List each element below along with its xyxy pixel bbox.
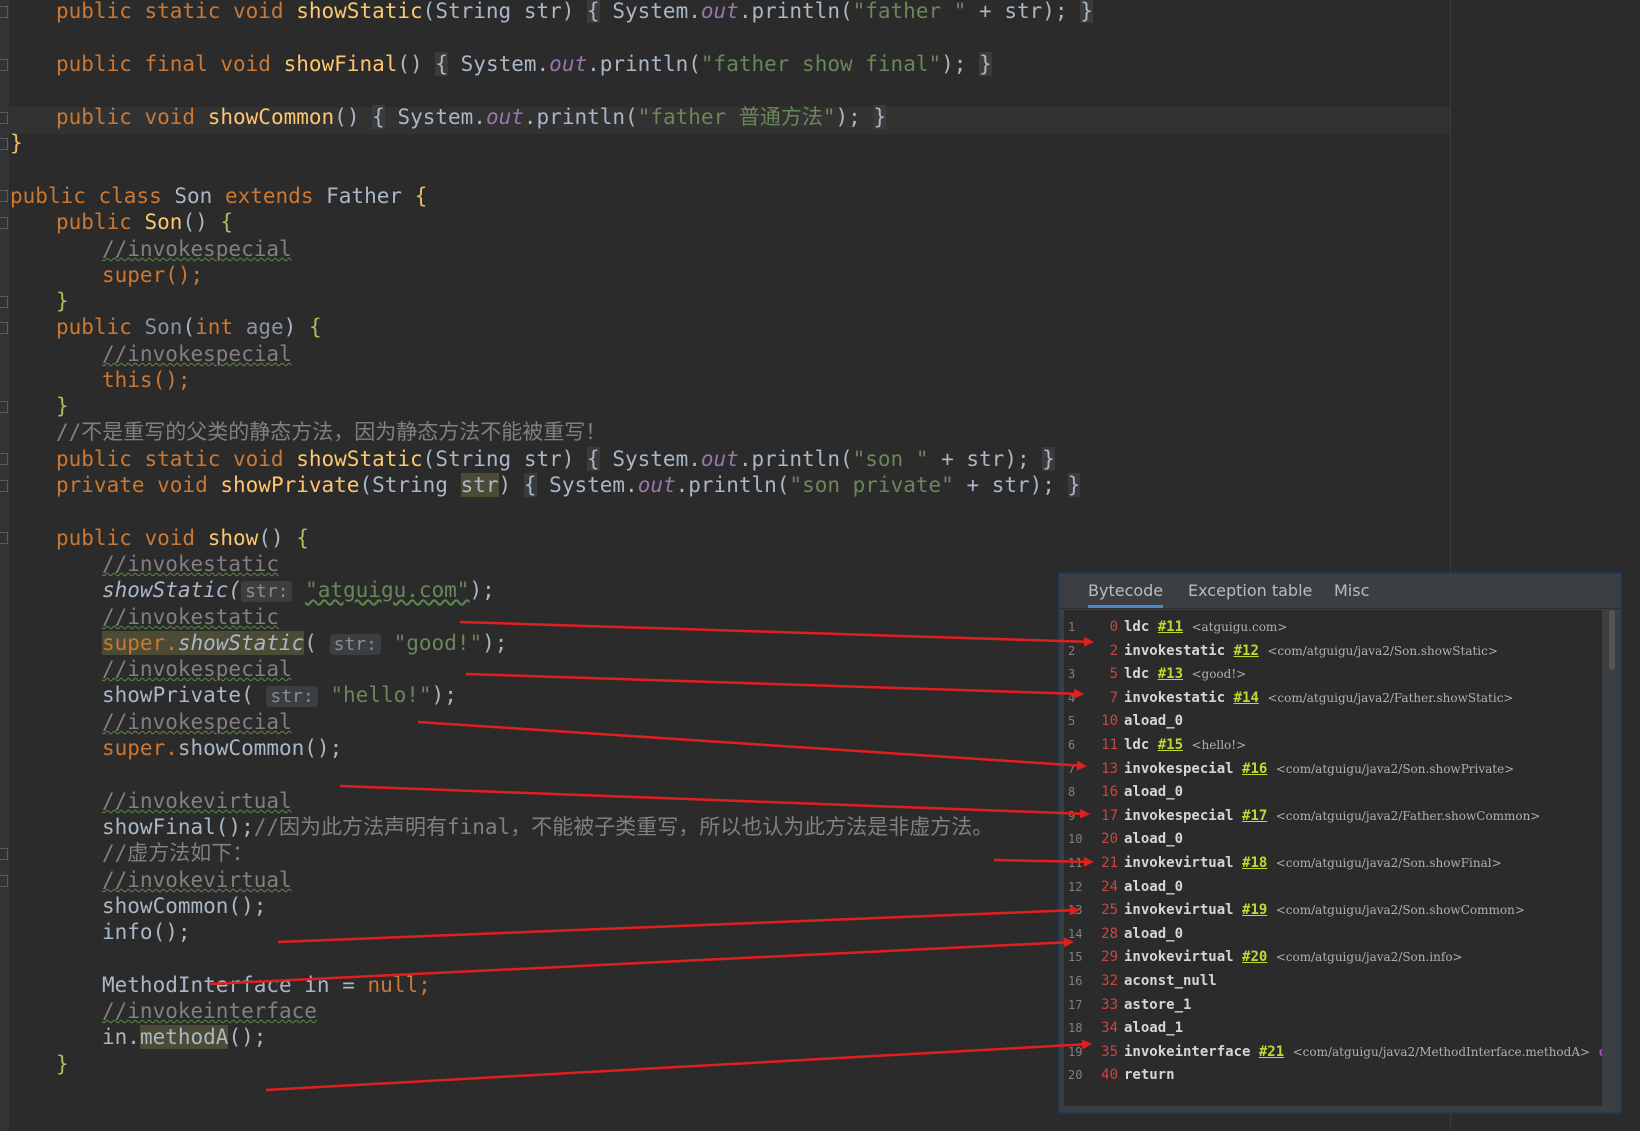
arrow-showprivate: [417, 720, 1087, 771]
arrow-showfinal: [993, 856, 1094, 867]
arrow-methoda: [265, 1039, 1092, 1092]
annotation-arrows: [209, 620, 1094, 1092]
arrow-info: [209, 937, 1074, 986]
arrow-showstatic: [459, 620, 1094, 647]
arrow-super-showcommon: [339, 784, 1090, 819]
arrow-super-showstatic: [465, 672, 1084, 699]
arrow-showcommon: [277, 905, 1080, 944]
